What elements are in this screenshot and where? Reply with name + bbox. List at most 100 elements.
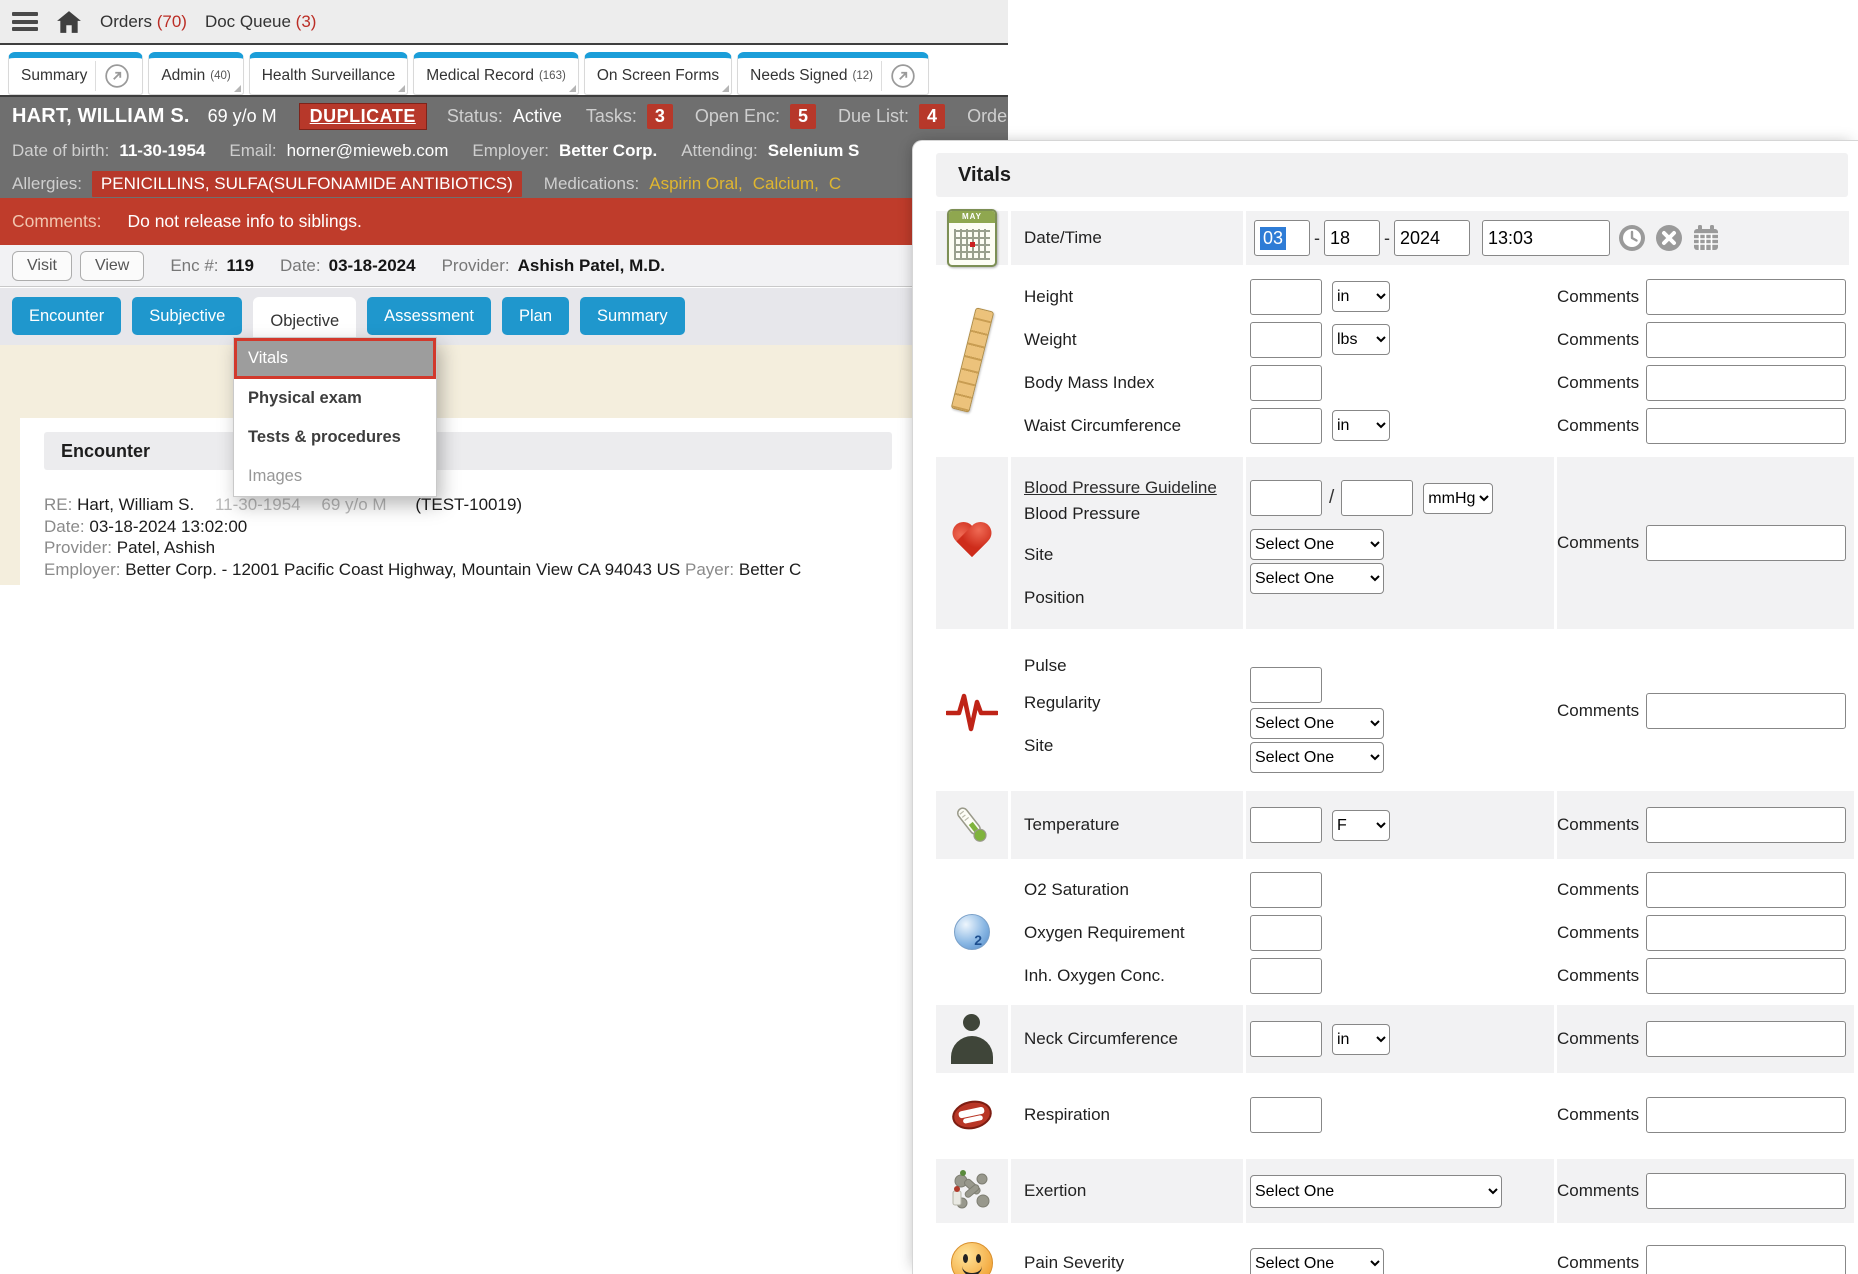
tab-needs-signed[interactable]: Needs Signed (12)	[737, 52, 929, 95]
datetime-row: MAY Date/Time 03 - -	[936, 211, 1849, 265]
provider-label: Provider:	[44, 538, 112, 557]
assessment-section-button[interactable]: Assessment	[367, 297, 491, 335]
comments-label: Comments	[1557, 1253, 1639, 1273]
menu-item-tests-procedures[interactable]: Tests & procedures	[234, 418, 436, 457]
temperature-unit-select[interactable]: F	[1332, 810, 1390, 841]
inh-oxygen-conc-input[interactable]	[1250, 958, 1322, 994]
oxygen-requirement-comments-input[interactable]	[1646, 915, 1846, 951]
pain-severity-select[interactable]: Select One	[1250, 1248, 1384, 1274]
view-button[interactable]: View	[80, 251, 144, 281]
bp-unit-select[interactable]: mmHg	[1423, 483, 1493, 514]
menu-item-vitals[interactable]: Vitals	[234, 338, 436, 379]
bmi-input[interactable]	[1250, 365, 1322, 401]
year-input[interactable]	[1394, 220, 1470, 256]
summary-section-button[interactable]: Summary	[580, 297, 685, 335]
doc-queue-label: Doc Queue	[205, 12, 291, 31]
patient-name: HART, WILLIAM S.	[12, 105, 190, 128]
waist-comments-input[interactable]	[1646, 408, 1846, 444]
temperature-comments-input[interactable]	[1646, 807, 1846, 843]
inh-oxygen-conc-comments-input[interactable]	[1646, 958, 1846, 994]
date-label: Date:	[44, 517, 85, 536]
anthro-comments: Comments Comments Comments Comments	[1557, 271, 1854, 449]
exertion-comments-input[interactable]	[1646, 1173, 1846, 1209]
tab-medical-record[interactable]: Medical Record (163)	[413, 52, 579, 95]
due-list-badge[interactable]: 4	[919, 104, 945, 129]
medication-item[interactable]: C	[829, 174, 841, 194]
pulse-site-label: Site	[1024, 724, 1243, 767]
allergies-badge[interactable]: PENICILLINS, SULFA(SULFONAMIDE ANTIBIOTI…	[92, 171, 522, 197]
open-enc-label: Open Enc:	[695, 106, 780, 127]
medication-item[interactable]: Aspirin Oral,	[649, 174, 743, 194]
time-input[interactable]	[1482, 220, 1610, 256]
bmi-comments-input[interactable]	[1646, 365, 1846, 401]
height-comments-input[interactable]	[1646, 279, 1846, 315]
pulse-site-select[interactable]: Select One	[1250, 742, 1384, 773]
comments-label: Comments	[1557, 966, 1639, 986]
pulse-regularity-select[interactable]: Select One	[1250, 708, 1384, 739]
pain-severity-label: Pain Severity	[1024, 1253, 1243, 1273]
open-in-new-circle-arrow-icon[interactable]	[104, 63, 130, 89]
pulse-input[interactable]	[1250, 667, 1322, 703]
subjective-section-button[interactable]: Subjective	[132, 297, 242, 335]
height-unit-select[interactable]: in	[1332, 281, 1390, 312]
bp-position-select[interactable]: Select One	[1250, 563, 1384, 594]
bp-comments-input[interactable]	[1646, 525, 1846, 561]
tab-label: Health Surveillance	[262, 67, 396, 85]
menu-item-images[interactable]: Images	[234, 457, 436, 496]
tab-summary[interactable]: Summary	[8, 52, 143, 95]
tasks-badge[interactable]: 3	[647, 104, 673, 129]
orders-label: Orders	[100, 12, 152, 31]
hamburger-menu-icon[interactable]	[12, 12, 38, 31]
waist-circumference-input[interactable]	[1250, 408, 1322, 444]
clock-icon[interactable]	[1617, 223, 1647, 253]
weight-unit-select[interactable]: lbs	[1332, 324, 1390, 355]
o2-saturation-input[interactable]	[1250, 872, 1322, 908]
encounter-section-button[interactable]: Encounter	[12, 297, 121, 335]
blood-pressure-guideline-link[interactable]: Blood Pressure Guideline	[1024, 478, 1217, 498]
o2-saturation-comments-input[interactable]	[1646, 872, 1846, 908]
pulse-comments-input[interactable]	[1646, 693, 1846, 729]
pain-icon-cell	[936, 1231, 1008, 1274]
open-enc-badge[interactable]: 5	[790, 104, 816, 129]
bp-site-select[interactable]: Select One	[1250, 529, 1384, 560]
exertion-select[interactable]: Select One	[1250, 1175, 1502, 1208]
temperature-section: Temperature F Comments	[936, 791, 1849, 859]
respiration-input[interactable]	[1250, 1097, 1322, 1133]
dob-label: Date of birth:	[12, 141, 109, 161]
open-in-new-circle-arrow-icon[interactable]	[890, 63, 916, 89]
medication-item[interactable]: Calcium,	[753, 174, 819, 194]
weight-comments-input[interactable]	[1646, 322, 1846, 358]
respiration-comments-input[interactable]	[1646, 1097, 1846, 1133]
home-icon[interactable]	[56, 10, 82, 34]
neck-circumference-input[interactable]	[1250, 1021, 1322, 1057]
neck-comments-input[interactable]	[1646, 1021, 1846, 1057]
neck-unit-select[interactable]: in	[1332, 1024, 1390, 1055]
tab-on-screen-forms[interactable]: On Screen Forms	[584, 52, 732, 95]
height-input[interactable]	[1250, 279, 1322, 315]
waist-unit-select[interactable]: in	[1332, 410, 1390, 441]
doc-queue-count: (3)	[296, 12, 317, 31]
dob-value: 11-30-1954	[119, 141, 205, 161]
nav-doc-queue[interactable]: Doc Queue (3)	[205, 12, 317, 32]
bp-systolic-input[interactable]	[1250, 480, 1322, 516]
ruler-icon	[950, 307, 994, 413]
duplicate-badge[interactable]: DUPLICATE	[299, 103, 427, 130]
day-input[interactable]	[1324, 220, 1380, 256]
pain-comments-input[interactable]	[1646, 1245, 1846, 1274]
oxygen-requirement-input[interactable]	[1250, 915, 1322, 951]
clear-x-icon[interactable]	[1654, 223, 1684, 253]
status-value: Active	[513, 106, 562, 127]
nav-orders[interactable]: Orders (70)	[100, 12, 187, 32]
plan-section-button[interactable]: Plan	[502, 297, 569, 335]
date-separator: -	[1384, 228, 1390, 249]
bp-diastolic-input[interactable]	[1341, 480, 1413, 516]
visit-button[interactable]: Visit	[12, 251, 72, 281]
tab-health-surveillance[interactable]: Health Surveillance	[249, 52, 409, 95]
calendar-picker-icon[interactable]	[1691, 223, 1721, 253]
bmi-label: Body Mass Index	[1024, 361, 1243, 404]
tab-admin[interactable]: Admin (40)	[148, 52, 243, 95]
weight-input[interactable]	[1250, 322, 1322, 358]
month-input[interactable]: 03	[1254, 220, 1310, 256]
temperature-input[interactable]	[1250, 807, 1322, 843]
menu-item-physical-exam[interactable]: Physical exam	[234, 379, 436, 418]
